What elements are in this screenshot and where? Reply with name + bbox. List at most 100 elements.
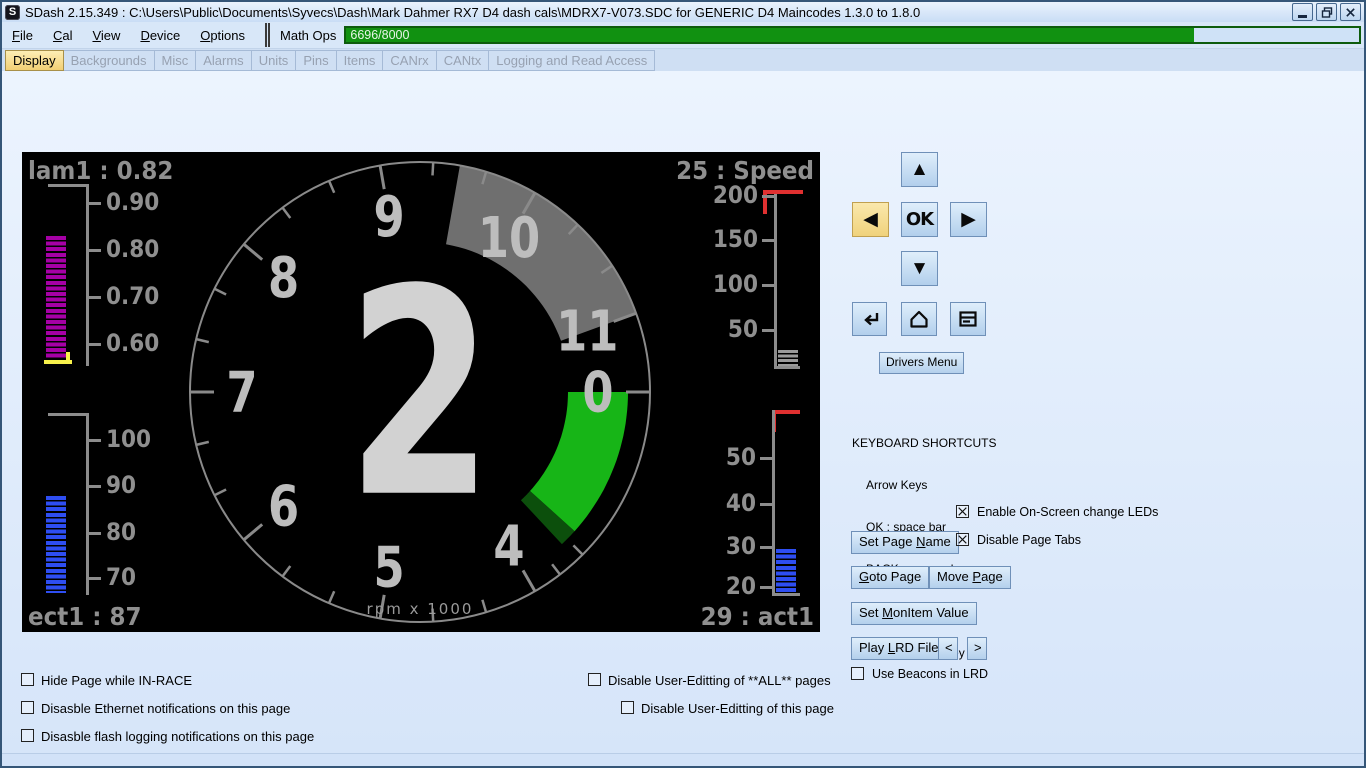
- speed-tick-label: 50: [704, 315, 758, 343]
- speed-max-marker: [763, 190, 803, 194]
- ect1-tick-label: 70: [106, 563, 136, 591]
- dial-number: 8: [268, 245, 299, 310]
- down-arrow-icon: ▼: [910, 258, 929, 280]
- hide-page-checkbox[interactable]: [21, 673, 34, 686]
- act1-tick-label: 20: [702, 572, 756, 600]
- dial-number: 0: [582, 359, 613, 424]
- close-button[interactable]: [1340, 3, 1361, 21]
- menu-separator: [265, 23, 270, 47]
- menu-cal[interactable]: Cal: [43, 28, 83, 43]
- disable-edit-page-label[interactable]: Disable User-Editting of this page: [641, 701, 834, 716]
- dial-number: 7: [226, 359, 257, 424]
- disable-page-tabs-checkbox[interactable]: [956, 533, 969, 546]
- tab-pins[interactable]: Pins: [295, 50, 336, 71]
- lam1-tick-label: 0.80: [106, 235, 159, 263]
- math-ops-label: Math Ops: [276, 28, 344, 43]
- menu-view[interactable]: View: [82, 28, 130, 43]
- lam1-axis-cap: [48, 184, 89, 187]
- up-arrow-icon: ▲: [910, 159, 929, 181]
- tab-units[interactable]: Units: [251, 50, 297, 71]
- close-icon: [1345, 7, 1356, 18]
- set-page-name-button[interactable]: Set Page Name: [851, 531, 959, 554]
- nav-left-button[interactable]: ◀: [852, 202, 889, 237]
- menu-icon: [956, 307, 980, 331]
- nav-up-button[interactable]: ▲: [901, 152, 938, 187]
- lam1-tick-label: 0.70: [106, 282, 159, 310]
- drivers-menu-button[interactable]: Drivers Menu: [879, 352, 964, 374]
- tab-backgrounds[interactable]: Backgrounds: [63, 50, 155, 71]
- disable-edit-all-checkbox[interactable]: [588, 673, 601, 686]
- disable-page-tabs-label[interactable]: Disable Page Tabs: [977, 533, 1081, 547]
- lam1-readout: lam1 : 0.82: [28, 156, 173, 185]
- menu-options[interactable]: Options: [190, 28, 255, 43]
- ect1-tick-label: 100: [106, 425, 151, 453]
- nav-right-button[interactable]: ▶: [950, 202, 987, 237]
- tab-display[interactable]: Display: [5, 50, 64, 71]
- use-beacons-label[interactable]: Use Beacons in LRD: [872, 667, 988, 681]
- tab-logging[interactable]: Logging and Read Access: [488, 50, 655, 71]
- act1-tick-label: 40: [702, 489, 756, 517]
- bottom-strip: [2, 753, 1364, 766]
- menu-file[interactable]: File: [2, 28, 43, 43]
- lrd-next-button[interactable]: >: [967, 637, 987, 660]
- lam1-min-marker: [66, 352, 70, 364]
- dial-number: 4: [493, 514, 524, 579]
- act1-max-marker: [772, 410, 800, 414]
- disable-flash-logging-checkbox[interactable]: [21, 729, 34, 742]
- tachometer-dial[interactable]: 045678910112rpm x 1000: [180, 152, 660, 632]
- speed-tick-label: 100: [704, 270, 758, 298]
- dial-number: 11: [556, 299, 618, 364]
- nav-back-button[interactable]: [852, 302, 887, 336]
- back-icon: [858, 307, 882, 331]
- play-lrd-file-button[interactable]: Play LRD File: [851, 637, 946, 660]
- content-area: lam1 : 0.82 0.90 0.80 0.70 0.60 100 90 8…: [2, 71, 1364, 754]
- lam1-axis: [86, 184, 89, 366]
- lam1-tick-label: 0.60: [106, 329, 159, 357]
- disable-edit-all-label[interactable]: Disable User-Editting of **ALL** pages: [608, 673, 831, 688]
- disable-edit-page-checkbox[interactable]: [621, 701, 634, 714]
- enable-leds-checkbox[interactable]: [956, 505, 969, 518]
- act1-bar: [776, 549, 796, 593]
- tab-canrx[interactable]: CANrx: [382, 50, 436, 71]
- nav-down-button[interactable]: ▼: [901, 251, 938, 286]
- set-monitem-value-button[interactable]: Set MonItem Value: [851, 602, 977, 625]
- gear-indicator: 2: [347, 229, 494, 561]
- restore-button[interactable]: [1316, 3, 1337, 21]
- shortcuts-title: KEYBOARD SHORTCUTS: [852, 436, 996, 450]
- ect1-readout: ect1 : 87: [28, 602, 141, 631]
- math-ops-progress-fill: [346, 28, 1194, 42]
- nav-menu-button[interactable]: [950, 302, 986, 336]
- title-bar: S SDash 2.15.349 : C:\Users\Public\Docum…: [2, 2, 1364, 22]
- tab-items[interactable]: Items: [336, 50, 384, 71]
- enable-leds-label[interactable]: Enable On-Screen change LEDs: [977, 505, 1158, 519]
- tab-alarms[interactable]: Alarms: [195, 50, 251, 71]
- nav-ok-button[interactable]: OK: [901, 202, 938, 237]
- tab-bar: Display Backgrounds Misc Alarms Units Pi…: [2, 49, 1364, 71]
- home-icon: [907, 307, 931, 331]
- menu-bar: File Cal View Device Options Math Ops 66…: [2, 22, 1364, 49]
- minimize-icon: [1298, 15, 1307, 18]
- disable-flash-logging-label[interactable]: Disasble flash logging notifications on …: [41, 729, 314, 744]
- dial-number: 6: [268, 474, 299, 539]
- dash-display-preview[interactable]: lam1 : 0.82 0.90 0.80 0.70 0.60 100 90 8…: [22, 152, 820, 632]
- disable-ethernet-checkbox[interactable]: [21, 701, 34, 714]
- menu-device[interactable]: Device: [130, 28, 190, 43]
- ect1-tick-label: 80: [106, 518, 136, 546]
- move-page-button[interactable]: Move Page: [929, 566, 1011, 589]
- tab-misc[interactable]: Misc: [154, 50, 197, 71]
- dial-unit-label: rpm x 1000: [367, 600, 474, 618]
- disable-ethernet-label[interactable]: Disasble Ethernet notifications on this …: [41, 701, 290, 716]
- window-title: SDash 2.15.349 : C:\Users\Public\Documen…: [25, 5, 1289, 20]
- use-beacons-checkbox[interactable]: [851, 667, 864, 680]
- lrd-prev-button[interactable]: <: [938, 637, 958, 660]
- goto-page-button[interactable]: Goto Page: [851, 566, 929, 589]
- lam1-tick-label: 0.90: [106, 188, 159, 216]
- hide-page-label[interactable]: Hide Page while IN-RACE: [41, 673, 192, 688]
- lam1-bar: [46, 236, 66, 358]
- ect1-axis-cap: [48, 413, 89, 416]
- nav-home-button[interactable]: [901, 302, 937, 336]
- minimize-button[interactable]: [1292, 3, 1313, 21]
- tab-cantx[interactable]: CANtx: [436, 50, 490, 71]
- speed-axis: [774, 194, 777, 368]
- math-ops-progress-text: 6696/8000: [350, 28, 409, 42]
